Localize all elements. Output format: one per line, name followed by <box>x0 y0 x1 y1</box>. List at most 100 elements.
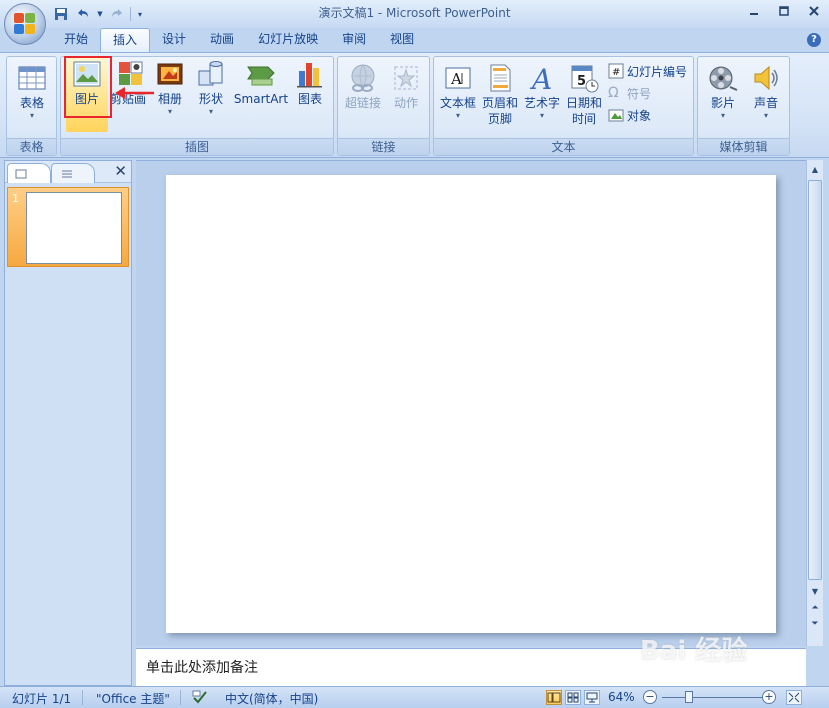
group-label-illustrations: 插图 <box>61 138 333 155</box>
zoom-level[interactable]: 64% <box>608 690 635 704</box>
slide-sorter-button[interactable] <box>565 690 581 705</box>
chart-label: 图表 <box>297 92 322 106</box>
status-bar: 幻灯片 1/1 "Office 主题" 中文(简体，中国) 64% − + <box>0 686 829 708</box>
scroll-up-icon[interactable]: ▲ <box>808 162 822 178</box>
fit-to-window-button[interactable] <box>786 690 802 705</box>
spellcheck-icon[interactable] <box>192 690 208 707</box>
slide-thumbnail[interactable] <box>26 192 122 264</box>
status-language: 中文(简体，中国) <box>225 692 319 706</box>
slide-number-label: 幻灯片编号 <box>627 64 688 79</box>
chart-button[interactable]: 图表 <box>290 56 330 132</box>
album-label: 相册 <box>157 92 182 106</box>
svg-text:5: 5 <box>577 74 586 89</box>
datetime-button[interactable]: 5 日期和 时间 <box>564 60 604 136</box>
next-slide-icon[interactable]: ⏷ <box>808 616 822 632</box>
table-button[interactable]: 表格 ▾ <box>11 60 53 136</box>
slides-pane-tabs: ✕ <box>5 161 131 183</box>
group-label-table: 表格 <box>7 138 56 155</box>
slide-number-button[interactable]: # 幻灯片编号 <box>608 61 687 81</box>
minimize-icon[interactable] <box>739 0 769 22</box>
previous-slide-icon[interactable]: ⏶ <box>808 600 822 616</box>
vertical-scrollbar[interactable]: ▲ ▼ ⏶ ⏷ <box>806 160 823 646</box>
shapes-dropdown-icon: ▾ <box>208 107 213 116</box>
group-links: 超链接 动作 链接 <box>337 56 430 156</box>
baidu-watermark: Bai 经验 <box>640 636 748 666</box>
title-bar: ▼ ▾ 演示文稿1 - Microsoft PowerPoint <box>0 0 829 28</box>
maximize-icon[interactable] <box>769 0 799 22</box>
group-label-media: 媒体剪辑 <box>698 138 789 155</box>
tab-slides[interactable] <box>7 163 51 183</box>
outline-view-icon <box>62 170 72 178</box>
zoom-in-icon[interactable]: + <box>762 690 776 704</box>
status-slide-info: 幻灯片 1/1 <box>12 692 72 706</box>
table-dropdown-icon: ▾ <box>29 111 34 120</box>
tab-animations[interactable]: 动画 <box>198 28 246 52</box>
shapes-icon <box>196 59 226 89</box>
textbox-icon: A <box>443 63 473 93</box>
normal-view-button[interactable] <box>546 690 562 705</box>
close-icon[interactable]: ✕ <box>114 162 127 180</box>
action-label: 动作 <box>393 96 418 110</box>
table-label: 表格 <box>19 96 44 110</box>
shapes-label: 形状 <box>198 92 223 106</box>
tab-insert[interactable]: 插入 <box>100 28 151 52</box>
group-label-text: 文本 <box>434 138 693 155</box>
zoom-out-icon[interactable]: − <box>643 690 657 704</box>
tab-review[interactable]: 审阅 <box>330 28 378 52</box>
slides-pane: ✕ 1 <box>4 160 132 686</box>
slide-canvas[interactable] <box>166 175 776 633</box>
smartart-button[interactable]: SmartArt <box>233 56 289 132</box>
notes-placeholder: 单击此处添加备注 <box>146 660 258 676</box>
ribbon-tabs: 开始 插入 设计 动画 幻灯片放映 审阅 视图 <box>52 28 426 52</box>
symbol-button[interactable]: Ω 符号 <box>608 83 651 103</box>
tab-view[interactable]: 视图 <box>378 28 426 52</box>
wordart-button[interactable]: A 艺术字 ▾ <box>521 60 563 136</box>
sound-button[interactable]: 声音 ▾ <box>745 60 787 136</box>
symbol-label: 符号 <box>627 86 652 101</box>
slides-view-icon <box>15 169 27 179</box>
movie-dropdown-icon: ▾ <box>720 111 725 120</box>
tab-outline[interactable] <box>51 163 95 183</box>
movie-button[interactable]: 影片 ▾ <box>702 60 744 136</box>
sound-label: 声音 <box>753 96 778 110</box>
object-button[interactable]: 对象 <box>608 105 651 125</box>
group-text: A 文本框 ▾ 页眉和 页脚 A 艺术字 ▾ 5 日期和 时间 # 幻灯片编号 … <box>433 56 694 156</box>
action-icon <box>391 63 421 93</box>
status-separator <box>82 690 83 705</box>
scroll-down-icon[interactable]: ▼ <box>808 584 822 600</box>
office-button[interactable] <box>4 3 46 45</box>
speaker-icon <box>751 63 781 93</box>
hyperlink-label: 超链接 <box>344 96 381 110</box>
object-icon <box>608 107 624 123</box>
office-logo-icon <box>14 13 36 35</box>
action-button[interactable]: 动作 <box>385 60 427 136</box>
picture-highlight-box <box>64 56 112 118</box>
slide-thumbnail-selected[interactable]: 1 <box>7 187 129 267</box>
red-arrow-icon <box>115 87 154 99</box>
group-label-links: 链接 <box>338 138 429 155</box>
help-icon[interactable]: ? <box>807 33 821 47</box>
movie-label: 影片 <box>710 96 735 110</box>
zoom-slider-track[interactable] <box>662 697 762 698</box>
tab-design[interactable]: 设计 <box>150 28 198 52</box>
fit-window-icon <box>788 692 800 703</box>
close-icon[interactable] <box>799 0 829 22</box>
tab-slideshow[interactable]: 幻灯片放映 <box>246 28 330 52</box>
shapes-button[interactable]: 形状 ▾ <box>191 56 231 132</box>
smartart-icon <box>246 59 276 89</box>
zoom-slider-thumb[interactable] <box>685 691 693 703</box>
textbox-button[interactable]: A 文本框 ▾ <box>437 60 479 136</box>
object-label: 对象 <box>627 108 652 123</box>
svg-text:A: A <box>529 63 552 93</box>
album-button[interactable]: 相册 ▾ <box>150 56 190 132</box>
tab-home[interactable]: 开始 <box>52 28 100 52</box>
scroll-thumb[interactable] <box>808 180 822 580</box>
slideshow-button[interactable] <box>584 690 600 705</box>
hyperlink-button[interactable]: 超链接 <box>342 60 384 136</box>
svg-text:A: A <box>450 70 462 88</box>
header-footer-button[interactable]: 页眉和 页脚 <box>480 60 520 136</box>
bar-chart-icon <box>295 59 325 89</box>
hyperlink-icon <box>348 63 378 93</box>
header-footer-label-1: 页眉和 <box>481 96 518 110</box>
header-footer-label-2: 页脚 <box>487 112 512 126</box>
